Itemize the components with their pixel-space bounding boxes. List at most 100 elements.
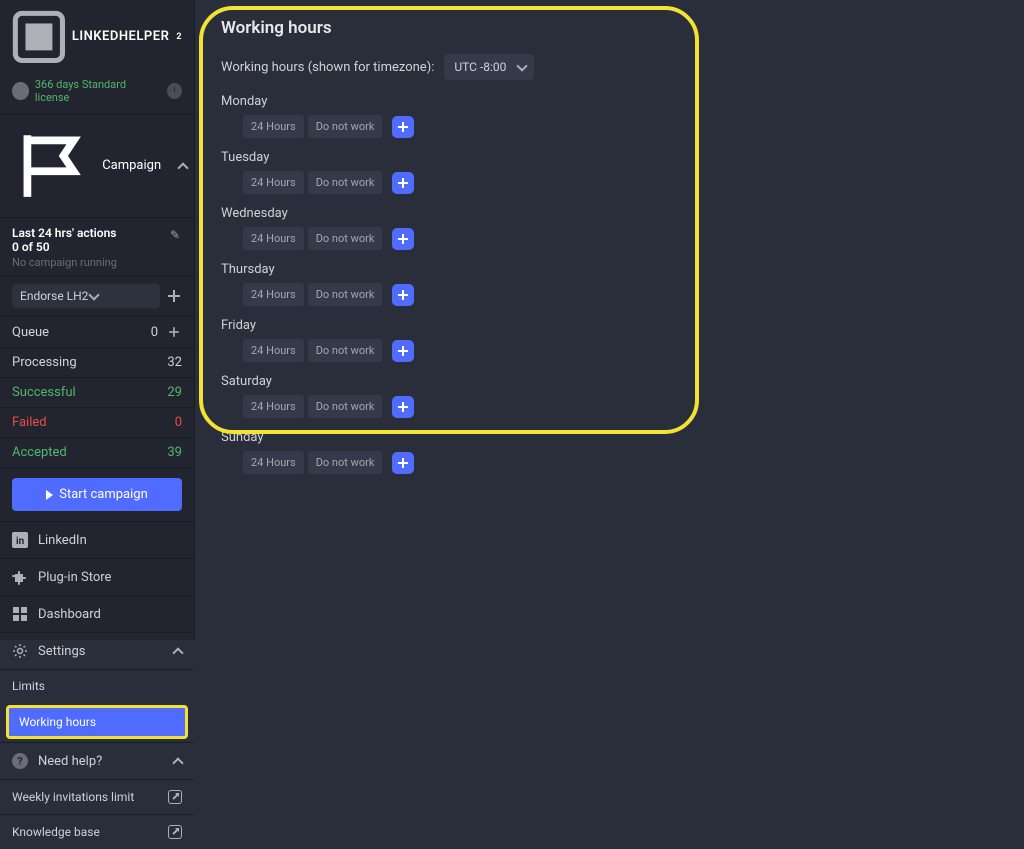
option-24-hours[interactable]: 24 Hours (243, 115, 304, 138)
actions-count: 0 of 50 (12, 240, 182, 254)
add-hours-button[interactable] (392, 340, 414, 362)
option-24-hours[interactable]: 24 Hours (243, 171, 304, 194)
campaign-select[interactable]: Endorse LH2 (12, 284, 160, 308)
stat-successful[interactable]: Successful 29 (0, 378, 194, 408)
nav-linkedin[interactable]: in LinkedIn (0, 521, 194, 558)
nav-label: Weekly invitations limit (12, 790, 134, 804)
chevron-down-icon (516, 62, 526, 72)
stat-value: 32 (167, 355, 182, 370)
timezone-value: UTC -8:00 (454, 60, 506, 74)
stat-label: Processing (12, 355, 77, 370)
stat-value: 0 (151, 325, 158, 340)
question-icon: ? (12, 753, 28, 769)
option-do-not-work[interactable]: Do not work (308, 227, 383, 250)
sidebar: LINKEDHELPER2 366 days Standard license … (0, 0, 195, 640)
add-hours-button[interactable] (392, 116, 414, 138)
subnav-working-hours[interactable]: Working hours (6, 705, 188, 739)
start-campaign-button[interactable]: Start campaign (12, 478, 182, 511)
stat-label: Queue (12, 325, 49, 340)
brand-sup: 2 (176, 32, 182, 42)
day-wednesday: Wednesday 24 Hours Do not work (221, 206, 998, 250)
gear-icon (12, 643, 28, 659)
nav-weekly-limit[interactable]: Weekly invitations limit (0, 779, 194, 814)
start-campaign-label: Start campaign (59, 487, 148, 502)
add-campaign-icon[interactable] (166, 288, 182, 304)
campaign-select-label: Endorse LH2 (20, 289, 88, 303)
plus-icon (397, 457, 409, 469)
option-do-not-work[interactable]: Do not work (308, 171, 383, 194)
plus-icon (397, 345, 409, 357)
nav-label: LinkedIn (38, 533, 87, 548)
avatar-icon (12, 82, 29, 100)
option-24-hours[interactable]: 24 Hours (243, 451, 304, 474)
pencil-icon[interactable] (170, 228, 182, 240)
plus-icon (397, 289, 409, 301)
stat-label: Accepted (12, 445, 67, 460)
stat-value: 0 (175, 415, 182, 430)
stat-label: Successful (12, 385, 76, 400)
add-hours-button[interactable] (392, 228, 414, 250)
add-hours-button[interactable] (392, 172, 414, 194)
add-hours-button[interactable] (392, 396, 414, 418)
clock-icon (167, 83, 182, 99)
license-label: 366 days Standard license (35, 78, 155, 104)
option-do-not-work[interactable]: Do not work (308, 283, 383, 306)
flag-icon (12, 125, 94, 207)
day-label: Saturday (221, 374, 998, 389)
day-saturday: Saturday 24 Hours Do not work (221, 374, 998, 418)
nav-dashboard[interactable]: Dashboard (0, 595, 194, 632)
add-hours-button[interactable] (392, 284, 414, 306)
actions-title: Last 24 hrs' actions (12, 226, 182, 240)
plus-icon (397, 177, 409, 189)
option-24-hours[interactable]: 24 Hours (243, 395, 304, 418)
external-link-icon (168, 790, 182, 804)
timezone-select[interactable]: UTC -8:00 (444, 54, 534, 80)
stat-value: 39 (167, 445, 182, 460)
stat-accepted[interactable]: Accepted 39 (0, 438, 194, 468)
add-to-queue-icon[interactable] (168, 326, 181, 339)
license-row[interactable]: 366 days Standard license (0, 72, 194, 114)
stat-processing[interactable]: Processing 32 (0, 348, 194, 378)
nav-need-help[interactable]: ? Need help? (0, 742, 194, 779)
add-hours-button[interactable] (392, 452, 414, 474)
dashboard-icon (12, 606, 28, 622)
nav-label: Settings (38, 644, 85, 659)
svg-text:in: in (16, 536, 25, 547)
actions-block: Last 24 hrs' actions 0 of 50 No campaign… (0, 218, 194, 276)
subnav-label: Working hours (19, 715, 96, 729)
chevron-up-icon (172, 646, 182, 656)
day-monday: Monday 24 Hours Do not work (221, 94, 998, 138)
nav-knowledge-base[interactable]: Knowledge base (0, 814, 194, 849)
stat-queue[interactable]: Queue 0 (0, 317, 194, 348)
option-do-not-work[interactable]: Do not work (308, 339, 383, 362)
puzzle-icon (12, 569, 28, 585)
page-title: Working hours (221, 18, 998, 38)
option-do-not-work[interactable]: Do not work (308, 395, 383, 418)
option-24-hours[interactable]: 24 Hours (243, 339, 304, 362)
nav-plugin-store[interactable]: Plug-in Store (0, 558, 194, 595)
subnav-label: Limits (12, 679, 45, 693)
stat-value: 29 (167, 385, 182, 400)
option-24-hours[interactable]: 24 Hours (243, 283, 304, 306)
option-do-not-work[interactable]: Do not work (308, 115, 383, 138)
campaign-header[interactable]: Campaign (0, 114, 194, 218)
day-label: Friday (221, 318, 998, 333)
brand-icon (12, 10, 66, 64)
nav-label: Plug-in Store (38, 570, 111, 585)
stat-failed[interactable]: Failed 0 (0, 408, 194, 438)
brand-logo: LINKEDHELPER2 (0, 0, 194, 72)
chevron-up-icon (177, 161, 182, 171)
chevron-up-icon (172, 756, 182, 766)
subnav-limits[interactable]: Limits (0, 669, 194, 702)
option-do-not-work[interactable]: Do not work (308, 451, 383, 474)
actions-sub: No campaign running (12, 256, 182, 269)
campaign-header-label: Campaign (102, 158, 161, 173)
endorse-row: Endorse LH2 (0, 276, 194, 317)
plus-icon (397, 233, 409, 245)
linkedin-icon: in (12, 532, 28, 548)
play-icon (46, 490, 53, 500)
day-friday: Friday 24 Hours Do not work (221, 318, 998, 362)
day-label: Sunday (221, 430, 998, 445)
option-24-hours[interactable]: 24 Hours (243, 227, 304, 250)
nav-settings[interactable]: Settings (0, 632, 194, 669)
